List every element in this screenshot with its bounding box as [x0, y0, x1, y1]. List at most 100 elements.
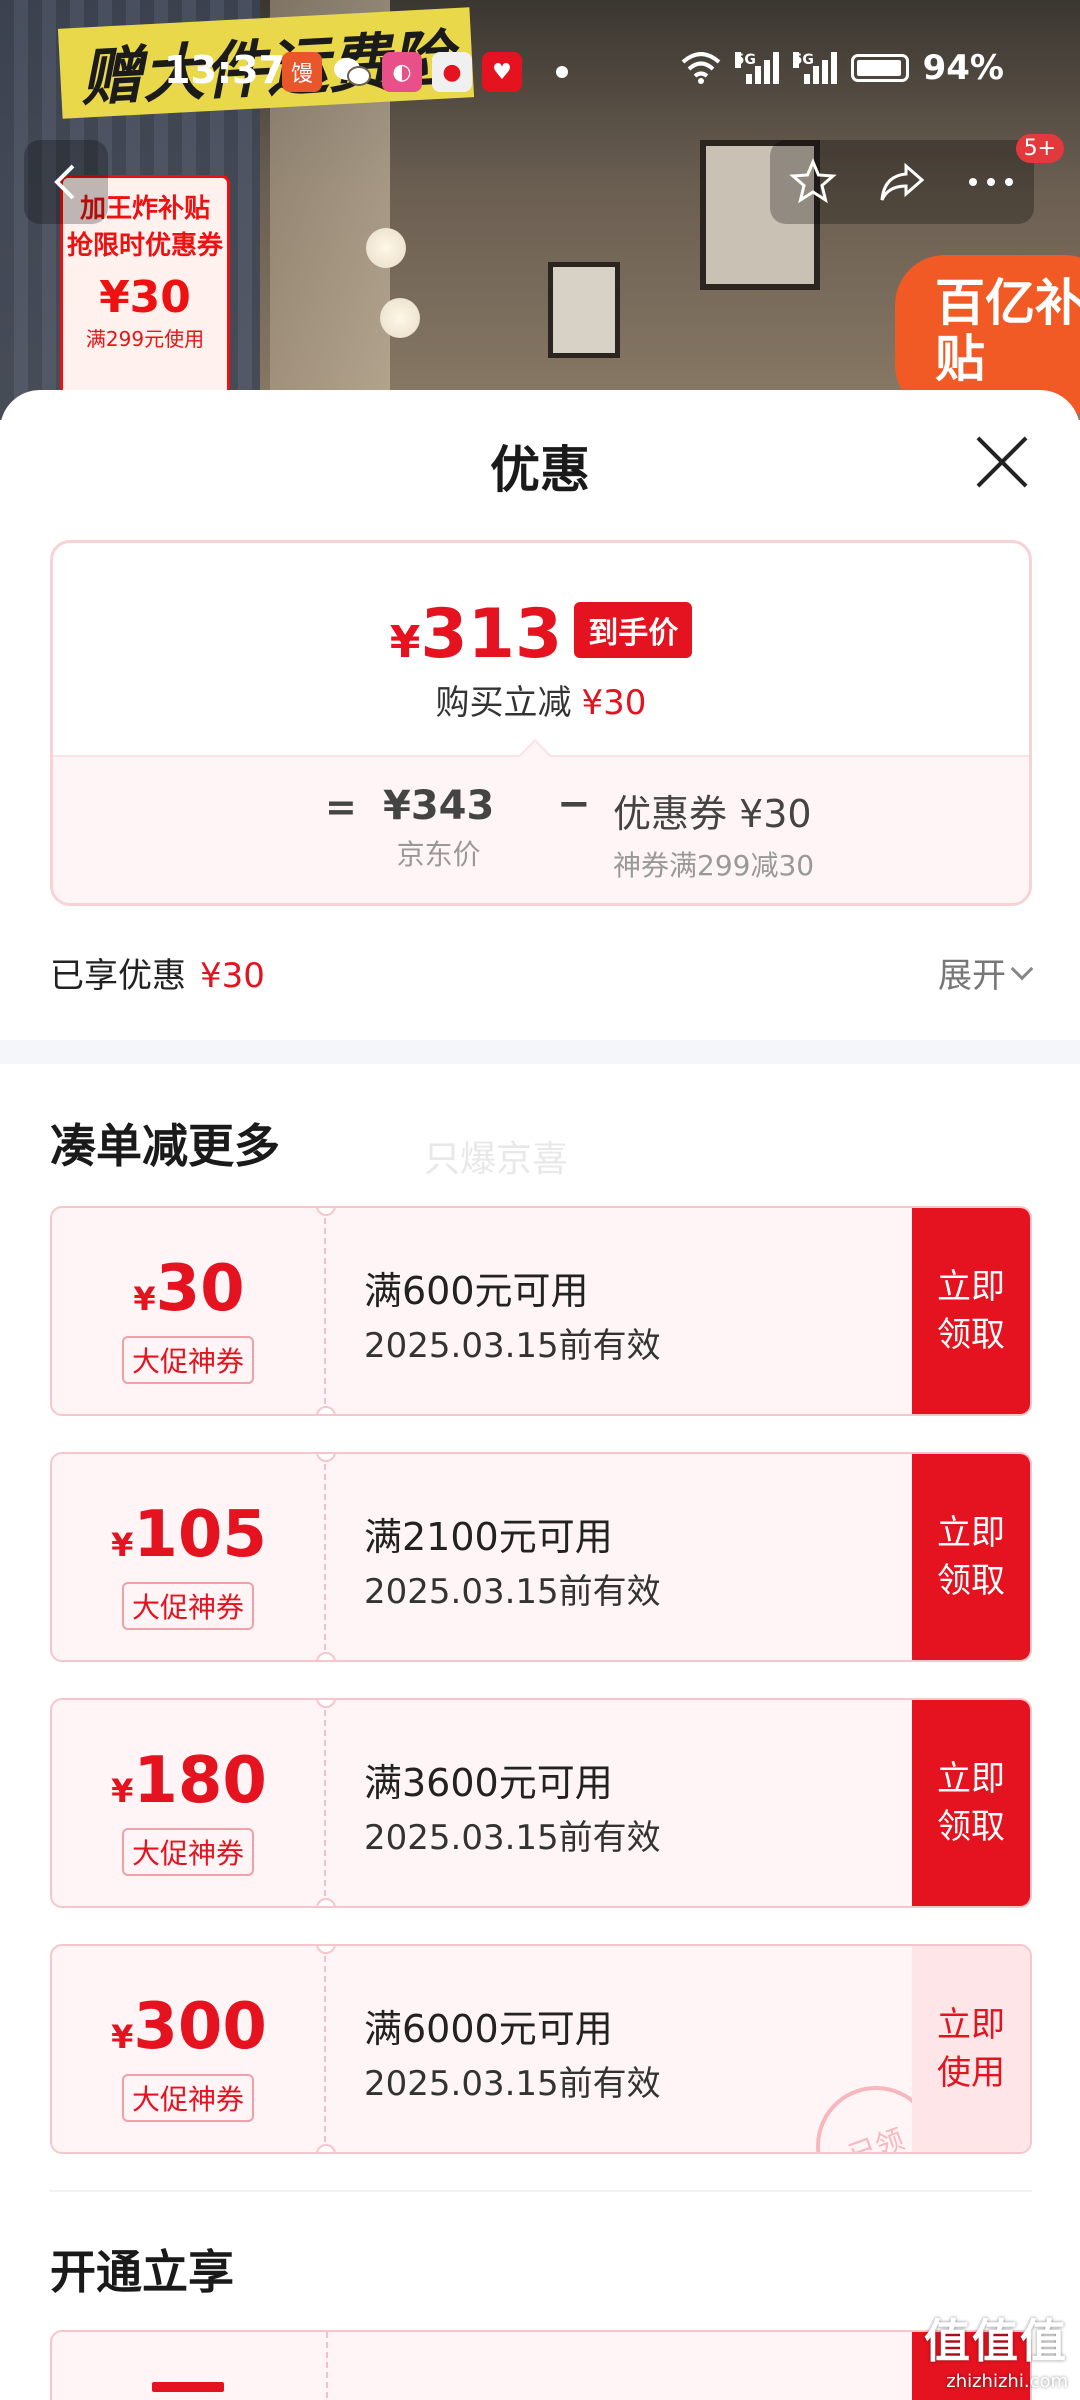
site-watermark: 值值值 zhizhizhi.com [924, 2305, 1068, 2392]
site-url: zhizhizhi.com [946, 2371, 1068, 2392]
final-price-area: ¥313 到手价 购买立减 ¥30 [53, 543, 1029, 755]
sheet-title: 优惠 [490, 441, 590, 499]
enjoyed-value: ¥30 [200, 956, 265, 996]
coupon-amount-value: 105 [133, 1498, 267, 1572]
ticket-notch [316, 2144, 336, 2152]
coupon-validity: 2025.03.15前有效 [364, 1818, 661, 1858]
coupon-deduct-label: 神券满299减30 [613, 849, 815, 882]
coupon-type-tag: 大促神券 [121, 1336, 255, 1384]
pdd-app-icon: ♥ [482, 52, 522, 92]
coupon-card: ¥105 大促神券 满2100元可用 2025.03.15前有效 立即 领取 [50, 1452, 1032, 1662]
membership-icon [152, 2382, 224, 2400]
enjoyed-discount: 已享优惠 ¥30 [50, 948, 265, 997]
more-icon[interactable] [967, 176, 1015, 188]
watermark-text: 只爆京喜 [424, 1139, 569, 1180]
network-type: 5G [734, 52, 756, 68]
manmanbuy-icon: 馒 [282, 52, 322, 92]
price-breakdown-card: ¥313 到手价 购买立减 ¥30 = ¥343 京东价 − 优惠券 ¥30 神券满… [50, 540, 1032, 906]
star-icon[interactable] [789, 158, 838, 206]
enjoyed-label: 已享优惠 [50, 956, 186, 996]
coupon-condition: 满600元可用 [364, 1269, 589, 1313]
instant-reduction: 购买立减 ¥30 [53, 675, 1029, 724]
coupon-condition: 满2100元可用 [364, 1515, 613, 1559]
promo-value: ¥30 [99, 272, 191, 323]
battery-icon [850, 54, 909, 82]
coupon-amount: ¥300 [52, 1990, 326, 2064]
shopping-app-icon: ◐ [382, 52, 422, 92]
minus-sign: − [557, 781, 591, 827]
coupon-amount: ¥105 [52, 1498, 326, 1572]
network-type: 5G [792, 52, 814, 68]
coupon-condition: 满6000元可用 [364, 2007, 613, 2051]
final-price-tag: 到手价 [574, 602, 693, 658]
expand-label: 展开 [938, 956, 1006, 996]
chevron-down-icon [1010, 957, 1034, 980]
claim-coupon-button[interactable]: 立即 领取 [912, 1454, 1030, 1660]
coupon-amount: ¥30 [52, 1252, 326, 1326]
final-price-value: 313 [420, 595, 563, 674]
membership-title: 开通立享 [50, 2245, 234, 2299]
use-coupon-button[interactable]: 立即 使用 [912, 1946, 1030, 2152]
message-badge: 5+ [1015, 134, 1064, 163]
product-navbar: 5+ [24, 134, 1064, 224]
small-frame [548, 262, 620, 358]
currency-symbol: ¥ [111, 1526, 134, 1564]
coupon-type-tag: 大促神券 [121, 1582, 255, 1630]
coupon-validity: 2025.03.15前有效 [364, 1326, 661, 1366]
site-logo: 值值值 [924, 2314, 1068, 2368]
close-icon[interactable] [974, 434, 1030, 490]
more-notifications-dot [556, 66, 568, 78]
system-indicators: 5G 5G 94% [681, 48, 1004, 88]
currency-symbol: ¥ [133, 1280, 156, 1318]
coupon-validity: 2025.03.15前有效 [364, 1572, 661, 1612]
ticket-divider [326, 2332, 328, 2400]
section-separator [50, 2190, 1032, 2192]
ticket-notch [316, 1898, 336, 1906]
status-bar: 13:37 馒 ◐ ● ♥ 5G 5G 94% [0, 40, 1080, 104]
reduction-label: 购买立减 [435, 683, 572, 723]
equals-sign: = [325, 785, 357, 829]
coupon-card: ¥30 大促神券 满600元可用 2025.03.15前有效 立即 领取 [50, 1206, 1032, 1416]
currency-symbol: ¥ [111, 2018, 134, 2056]
more-discount-title: 凑单减更多 [50, 1119, 280, 1173]
ticket-notch [316, 1406, 336, 1414]
coupon-amount: ¥180 [52, 1744, 326, 1818]
expand-button[interactable]: 展开 [938, 948, 1034, 997]
coupon-amount-area: ¥180 大促神券 [52, 1700, 326, 1906]
coupon-amount-area: ¥30 大促神券 [52, 1208, 326, 1414]
lamp-bulb [366, 228, 406, 268]
coupon-amount-area: ¥300 大促神券 [52, 1946, 326, 2152]
battery-percent: 94% [922, 48, 1004, 88]
coupon-type-tag: 大促神券 [121, 1828, 255, 1876]
promo-cond: 满299元使用 [85, 327, 205, 351]
jd-app-icon: ● [432, 52, 472, 92]
coupon-card: ¥180 大促神券 满3600元可用 2025.03.15前有效 立即 领取 [50, 1698, 1032, 1908]
coupon-amount-value: 300 [133, 1990, 267, 2064]
coupon-amount-area: ¥105 大促神券 [52, 1454, 326, 1660]
claim-coupon-button[interactable]: 立即 领取 [912, 1208, 1030, 1414]
wechat-icon [332, 52, 372, 92]
coupon-card: ¥300 大促神券 满6000元可用 2025.03.15前有效 已领 立即 使用 [50, 1944, 1032, 2154]
notification-icons: 馒 ◐ ● ♥ [282, 52, 522, 92]
wifi-icon [681, 52, 720, 84]
clock: 13:37 [164, 48, 285, 92]
currency-symbol: ¥ [111, 1772, 134, 1810]
jd-price-label: 京东价 [396, 838, 481, 871]
coupon-type-tag: 大促神券 [121, 2074, 255, 2122]
share-icon[interactable] [876, 158, 928, 206]
back-button[interactable] [24, 140, 108, 224]
signal-icon: 5G [734, 52, 779, 84]
jd-price-value: ¥343 [383, 783, 495, 829]
coupon-deduct-value: 优惠券 ¥30 [613, 792, 812, 836]
ticket-notch [316, 1652, 336, 1660]
claim-coupon-button[interactable]: 立即 领取 [912, 1700, 1030, 1906]
coupon-validity: 2025.03.15前有效 [364, 2064, 661, 2104]
coupon-amount-value: 30 [155, 1252, 245, 1326]
discount-sheet: 优惠 ¥313 到手价 购买立减 ¥30 = ¥343 京东价 − 优惠券 ¥30 … [0, 390, 1080, 2400]
coupon-col: 优惠券 ¥30 神券满299减30 [613, 783, 814, 884]
signal-icon: 5G [792, 52, 837, 84]
membership-card [50, 2330, 1032, 2400]
coupon-condition: 满3600元可用 [364, 1761, 613, 1805]
jd-price-col: ¥343 京东价 [383, 783, 494, 873]
section-divider [0, 1040, 1080, 1064]
